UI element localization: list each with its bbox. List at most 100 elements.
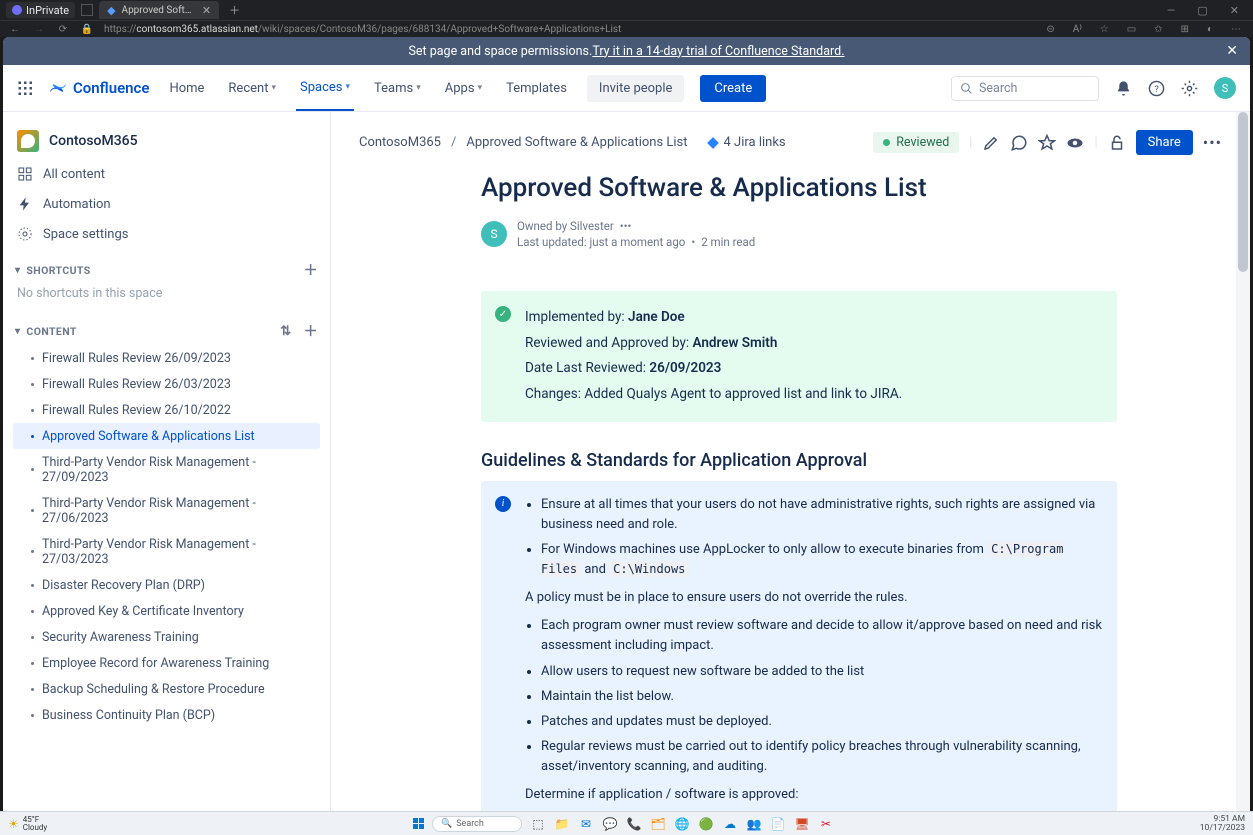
tree-item[interactable]: Disaster Recovery Plan (DRP) [13,572,320,598]
app-icon[interactable]: 🌐 [674,816,690,832]
content-tree: Firewall Rules Review 26/09/2023Firewall… [13,345,320,728]
space-icon [17,130,39,152]
minimize-icon[interactable]: — [1159,4,1184,17]
settings-icon[interactable] [1181,80,1198,97]
watch-icon[interactable] [1066,134,1084,152]
tree-item[interactable]: Security Awareness Training [13,624,320,650]
app-icon[interactable]: 📄 [770,816,786,832]
content-header[interactable]: ▾ CONTENT ⇅ ＋ [13,309,320,345]
app-icon[interactable]: 📁 [554,816,570,832]
scrollbar[interactable] [1236,112,1250,811]
edit-icon[interactable] [982,134,1000,152]
profile2-icon[interactable]: ◐ [1203,24,1217,35]
tree-item[interactable]: Third-Party Vendor Risk Management - 27/… [13,531,320,572]
taskbar-search[interactable]: 🔍Search [432,816,522,832]
app-icon[interactable]: 👥 [746,816,762,832]
sidebar: ContosoM365 All content Automation Space… [3,112,331,811]
user-avatar[interactable]: S [1214,77,1236,99]
sidebar-all-content[interactable]: All content [13,160,320,188]
breadcrumb-page[interactable]: Approved Software & Applications List [466,135,687,150]
weather-widget[interactable]: ☀ 45°FCloudy [8,816,47,832]
profile-badge[interactable]: InPrivate [6,2,75,18]
nav-spaces[interactable]: Spaces▾ [296,65,354,111]
create-button[interactable]: Create [700,75,766,102]
nav-templates[interactable]: Templates [502,65,571,111]
app-icon[interactable]: ✂ [818,816,834,832]
zoom-icon[interactable]: ⊝ [1042,24,1058,35]
tab-overview-icon[interactable] [81,4,93,16]
menu-icon[interactable]: ⋯ [1227,24,1245,35]
refresh-icon[interactable]: ⟳ [56,24,70,35]
jira-links[interactable]: 4 Jira links [706,135,786,150]
owner-menu-icon[interactable]: ••• [620,219,632,233]
close-tab-icon[interactable]: ✕ [202,4,211,17]
tree-item[interactable]: Backup Scheduling & Restore Procedure [13,676,320,702]
tree-item[interactable]: Employee Record for Awareness Training [13,650,320,676]
new-tab-button[interactable]: ＋ [225,2,244,18]
shortcuts-header[interactable]: ▾ SHORTCUTS ＋ [13,248,320,284]
read-aloud-icon[interactable]: A⁾ [1069,24,1086,35]
back-icon[interactable]: ← [8,24,22,35]
page-content: ContosoM365 / Approved Software & Applic… [331,112,1250,811]
filter-icon[interactable]: ⇅ [280,324,297,339]
banner-link[interactable]: Try it in a 14-day trial of Confluence S… [592,44,844,59]
chevron-down-icon: ▾ [15,326,20,337]
tree-item[interactable]: Business Continuity Plan (BCP) [13,702,320,728]
app-icon[interactable]: 🟢 [698,816,714,832]
breadcrumb-space[interactable]: ContosoM365 [359,135,441,150]
nav-recent[interactable]: Recent▾ [224,65,280,111]
nav-teams[interactable]: Teams▾ [370,65,425,111]
url-field[interactable]: https://contosom365.atlassian.net/wiki/s… [104,24,1032,35]
nav-apps[interactable]: Apps▾ [441,65,486,111]
favorite-icon[interactable]: ☆ [1096,24,1113,35]
start-button[interactable] [413,818,424,829]
system-tray[interactable]: 9:51 AM10/17/2023 [1200,815,1245,832]
restrict-icon[interactable] [1108,134,1126,152]
app-switcher-icon[interactable] [17,80,33,96]
weather-icon: ☀ [8,818,19,830]
tree-item[interactable]: Approved Key & Certificate Inventory [13,598,320,624]
space-title[interactable]: ContosoM365 [13,124,320,158]
task-view-icon[interactable]: ⬚ [530,816,546,832]
space-name: ContosoM365 [49,133,138,149]
nav-home[interactable]: Home [165,65,208,111]
app-icon[interactable]: ✉ [578,816,594,832]
owner-line: Owned by Silvester [517,219,614,233]
tree-item[interactable]: Approved Software & Applications List [13,423,320,449]
owner-avatar[interactable]: S [481,221,507,247]
banner-close-icon[interactable]: ✕ [1226,43,1238,59]
collections-icon[interactable]: ▭ [1123,24,1140,35]
add-content-icon[interactable]: ＋ [304,321,318,341]
app-icon[interactable]: 🗂 [650,816,666,832]
browser-tab[interactable]: ◆ Approved Software & Applicatio... ✕ [99,1,219,19]
comment-icon[interactable] [1010,134,1028,152]
taskbar-center: 🔍Search ⬚ 📁 ✉ 💬 📞 🗂 🌐 🟢 ☁ 👥 📄 🖥 ✂ [413,816,834,832]
tree-item[interactable]: Third-Party Vendor Risk Management - 27/… [13,449,320,490]
tree-item[interactable]: Firewall Rules Review 26/03/2023 [13,371,320,397]
status-badge[interactable]: Reviewed [873,132,959,153]
app-icon[interactable]: 💬 [602,816,618,832]
app-icon[interactable]: 📞 [626,816,642,832]
lock-icon[interactable]: 🔒 [80,24,94,35]
tree-item[interactable]: Firewall Rules Review 26/10/2022 [13,397,320,423]
maximize-icon[interactable]: ▢ [1189,4,1215,17]
clock[interactable]: 9:51 AM10/17/2023 [1200,815,1245,832]
confluence-logo[interactable]: Confluence [49,79,149,97]
tree-item[interactable]: Firewall Rules Review 26/09/2023 [13,345,320,371]
sidebar-space-settings[interactable]: Space settings [13,220,320,248]
notifications-icon[interactable] [1115,80,1132,97]
app-icon[interactable]: 🖥 [794,816,810,832]
close-window-icon[interactable]: ✕ [1222,4,1247,17]
favorites-bar-icon[interactable]: ✩ [1150,24,1166,35]
star-icon[interactable] [1038,134,1056,152]
search-input[interactable]: Search [951,76,1099,101]
sidebar-automation[interactable]: Automation [13,190,320,218]
more-actions-icon[interactable]: ••• [1203,133,1222,152]
invite-button[interactable]: Invite people [587,75,685,102]
tree-item[interactable]: Third-Party Vendor Risk Management - 27/… [13,490,320,531]
app-icon[interactable]: ☁ [722,816,738,832]
extensions-icon[interactable]: ⊞ [1177,24,1193,35]
help-icon[interactable]: ? [1148,80,1165,97]
add-shortcut-icon[interactable]: ＋ [304,260,318,280]
share-button[interactable]: Share [1136,130,1193,155]
